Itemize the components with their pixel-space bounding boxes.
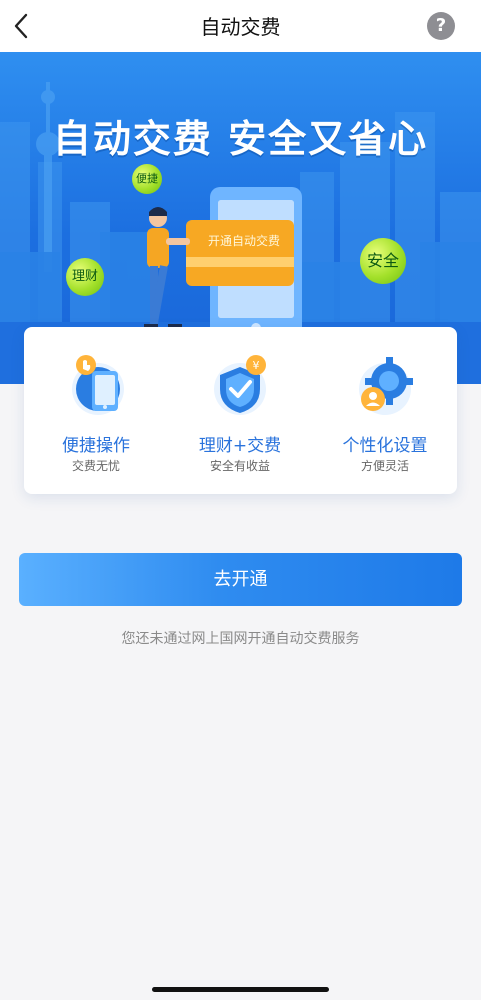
- banner-slogan: 自动交费 安全又省心: [52, 117, 429, 161]
- shield-check-yuan-icon: ¥: [214, 355, 266, 415]
- bubble-convenient: 便捷: [132, 164, 162, 194]
- nav-bar: 自动交费 ?: [0, 0, 481, 52]
- card-label: 开通自动交费: [207, 234, 280, 248]
- service-notice: 您还未通过网上国网开通自动交费服务: [121, 631, 360, 647]
- feature-subtitle: 方便灵活: [360, 459, 409, 473]
- page-title: 自动交费: [200, 15, 281, 39]
- feature-finance-payment: ¥ 理财+交费 安全有收益: [168, 327, 312, 494]
- feature-card: 便捷操作 交费无忧 ¥ 理财+交费 安全有收益 个性化设置 方便灵活: [24, 327, 457, 494]
- phone-hand-icon: [72, 355, 124, 415]
- feature-personalized: 个性化设置 方便灵活: [313, 327, 457, 494]
- feature-subtitle: 安全有收益: [209, 459, 270, 473]
- feature-subtitle: 交费无忧: [71, 459, 120, 473]
- bubble-safe: 安全: [360, 238, 406, 284]
- card-illustration: [186, 220, 294, 286]
- gear-person-icon: [359, 357, 413, 415]
- feature-title: 便捷操作: [62, 436, 130, 456]
- open-service-button[interactable]: 去开通: [19, 553, 462, 606]
- home-indicator: [152, 987, 329, 992]
- bubble-finance: 理财: [66, 258, 104, 296]
- feature-convenient: 便捷操作 交费无忧: [24, 327, 168, 494]
- feature-title: 理财+交费: [198, 436, 282, 456]
- help-button[interactable]: ?: [427, 12, 455, 40]
- person-illustration: [144, 207, 190, 329]
- svg-text:¥: ¥: [253, 359, 260, 372]
- feature-title: 个性化设置: [342, 436, 428, 456]
